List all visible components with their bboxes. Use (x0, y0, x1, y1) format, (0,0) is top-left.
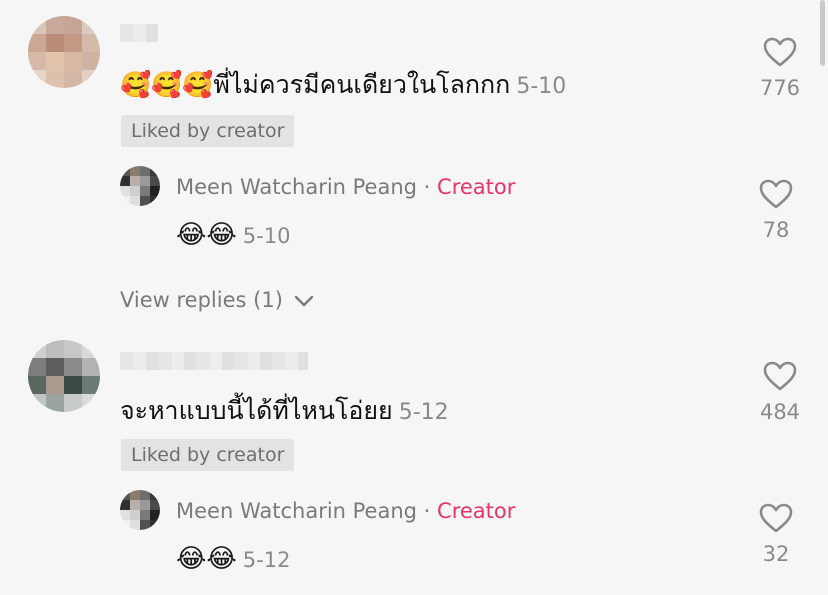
creator-badge: Creator (437, 175, 516, 199)
like-count: 484 (759, 400, 801, 424)
reply-body: 😂😂 (176, 544, 237, 574)
heart-icon[interactable] (758, 502, 794, 534)
liked-by-creator-badge: Liked by creator (121, 439, 295, 471)
liked-by-creator-badge: Liked by creator (121, 115, 295, 147)
reply-author-name[interactable]: Meen Watcharin Peang (176, 175, 417, 199)
reply-text: 😂😂 5-12 (176, 542, 290, 576)
separator-dot: · (417, 499, 438, 523)
creator-badge: Creator (437, 499, 516, 523)
separator-dot: · (417, 175, 438, 199)
creator-avatar[interactable] (120, 490, 160, 530)
avatar[interactable] (28, 340, 100, 412)
reply-author-name[interactable]: Meen Watcharin Peang (176, 499, 417, 523)
comment-text: จะหาแบบนี้ได้ที่ไหนโอ่ยย 5-12 (120, 394, 449, 430)
avatar[interactable] (28, 16, 100, 88)
like-count: 32 (762, 542, 790, 566)
chevron-down-icon (294, 295, 313, 307)
view-replies-label: View replies (1) (120, 288, 283, 312)
like-count: 776 (759, 76, 801, 100)
reply-date: 5-12 (242, 548, 291, 572)
heart-icon[interactable] (758, 178, 794, 210)
reply-author-line: Meen Watcharin Peang · Creator (176, 173, 515, 201)
comment-date: 5-12 (398, 400, 449, 425)
author-name-blurred[interactable] (120, 24, 158, 42)
comment-date: 5-10 (516, 74, 567, 99)
reply-author-line: Meen Watcharin Peang · Creator (176, 497, 515, 525)
comment-body: จะหาแบบนี้ได้ที่ไหนโอ่ยย (120, 396, 393, 425)
scrollbar[interactable] (820, 0, 825, 66)
like-count: 78 (762, 218, 790, 242)
reply-date: 5-10 (242, 224, 291, 248)
heart-icon[interactable] (762, 360, 798, 392)
comment-text: 🥰🥰🥰พี่ไม่ควรมีคนเดียวในโลกกก 5-10 (120, 68, 566, 104)
heart-icon[interactable] (762, 36, 798, 68)
view-replies-button[interactable]: View replies (1) (120, 288, 314, 312)
author-name-blurred[interactable] (120, 352, 308, 370)
comment-body: 🥰🥰🥰พี่ไม่ควรมีคนเดียวในโลกกก (120, 70, 511, 99)
reply-body: 😂😂 (176, 220, 237, 250)
creator-avatar[interactable] (120, 166, 160, 206)
reply-text: 😂😂 5-10 (176, 218, 290, 252)
